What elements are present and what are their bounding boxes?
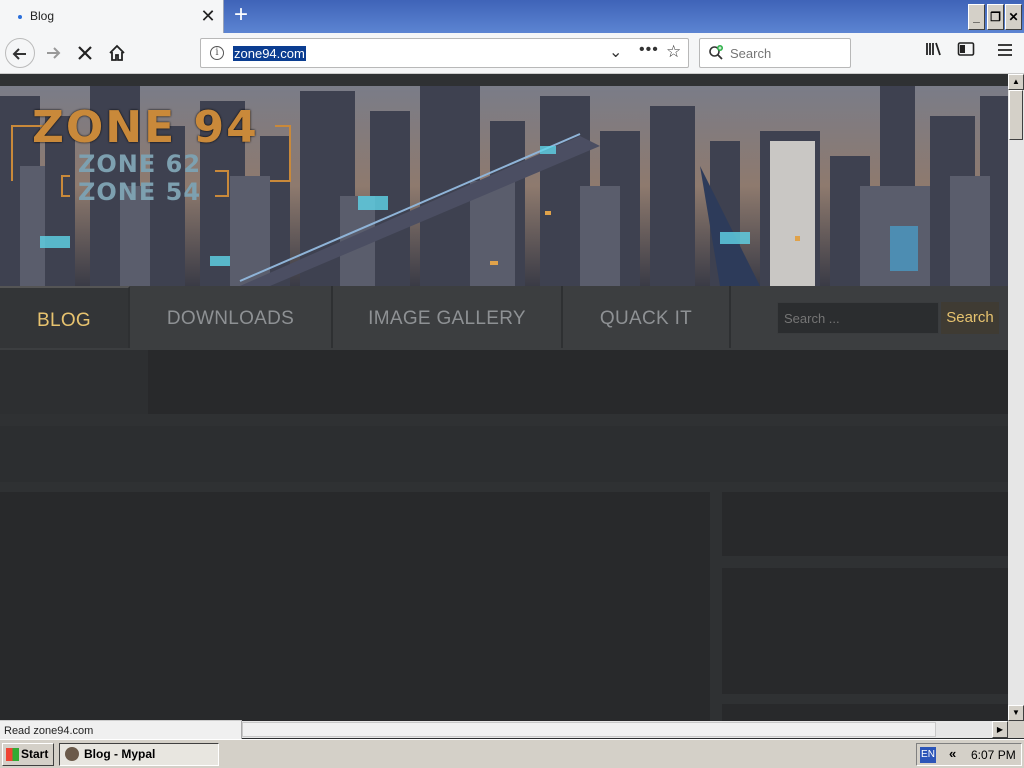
menu-item-blog[interactable]: BLOG bbox=[0, 286, 130, 348]
taskbar: Start Blog - Mypal EN « 6:07 PM bbox=[0, 739, 1024, 768]
stop-button[interactable] bbox=[70, 39, 100, 67]
vertical-scrollbar[interactable]: ▲ ▼ bbox=[1008, 74, 1024, 721]
navigation-toolbar: i zone94.com ⌄ ••• ☆ bbox=[0, 33, 1024, 74]
scroll-thumb[interactable] bbox=[1009, 90, 1023, 140]
sidebar-icon bbox=[957, 42, 975, 56]
tab-blog[interactable]: Blog ✕ bbox=[0, 0, 224, 33]
library-icon bbox=[926, 42, 941, 56]
more-icon[interactable]: ••• bbox=[639, 41, 659, 59]
mypal-icon bbox=[65, 747, 79, 761]
sidebar-button[interactable] bbox=[954, 41, 978, 65]
web-page: ZONE 94 ZONE 62 ZONE 54 BLOG DOWNLOADS I… bbox=[0, 74, 1008, 721]
main-content-area bbox=[0, 492, 710, 721]
system-tray: EN « 6:07 PM bbox=[916, 743, 1022, 766]
clock: 6:07 PM bbox=[971, 748, 1016, 762]
close-window-button[interactable]: ✕ bbox=[1005, 4, 1022, 30]
scroll-up-icon[interactable]: ▲ bbox=[1008, 74, 1024, 90]
favicon-icon bbox=[18, 15, 22, 19]
info-icon[interactable]: i bbox=[210, 46, 224, 60]
tab-strip: Blog ✕ + _ ❐ ✕ bbox=[0, 0, 1024, 33]
back-button[interactable] bbox=[5, 38, 35, 68]
menu-button[interactable] bbox=[993, 41, 1017, 65]
new-tab-button[interactable]: + bbox=[229, 3, 253, 28]
sidebar-widget-2 bbox=[722, 568, 1008, 694]
site-search-input[interactable] bbox=[777, 302, 939, 334]
hscroll-thumb[interactable] bbox=[242, 722, 936, 737]
library-button[interactable] bbox=[922, 41, 946, 65]
browser-search-input[interactable] bbox=[728, 44, 843, 62]
stop-icon bbox=[78, 46, 92, 60]
content-strip-2 bbox=[0, 426, 1008, 482]
minimize-button[interactable]: _ bbox=[968, 4, 985, 30]
search-icon bbox=[709, 45, 723, 60]
tab-title: Blog bbox=[30, 9, 55, 23]
status-bar: Read zone94.com bbox=[0, 720, 242, 739]
site-logo-sub2: ZONE 54 bbox=[78, 178, 202, 206]
scroll-down-icon[interactable]: ▼ bbox=[1008, 705, 1024, 721]
sidebar-widget-1 bbox=[722, 492, 1008, 556]
menu-item-quack-it[interactable]: QUACK IT bbox=[563, 286, 731, 348]
restore-button[interactable]: ❐ bbox=[987, 4, 1004, 30]
content-strip-left bbox=[0, 350, 148, 414]
forward-arrow-icon bbox=[47, 47, 61, 59]
url-bar[interactable]: i zone94.com ⌄ ••• ☆ bbox=[200, 38, 689, 68]
forward-button[interactable] bbox=[38, 39, 68, 67]
browser-search-bar[interactable] bbox=[699, 38, 851, 68]
taskbar-item-browser[interactable]: Blog - Mypal bbox=[59, 743, 219, 766]
site-logo-main[interactable]: ZONE 94 bbox=[32, 102, 259, 153]
home-button[interactable] bbox=[102, 39, 132, 67]
back-arrow-icon bbox=[12, 48, 26, 60]
taskbar-item-label: Blog - Mypal bbox=[84, 747, 156, 761]
scroll-right-icon[interactable]: ▶ bbox=[992, 721, 1008, 738]
url-text[interactable]: zone94.com bbox=[233, 46, 306, 61]
windows-logo-icon bbox=[6, 748, 19, 761]
main-menu: BLOG DOWNLOADS IMAGE GALLERY QUACK IT Se… bbox=[0, 286, 1008, 350]
menu-icon bbox=[998, 44, 1012, 56]
language-indicator[interactable]: EN bbox=[920, 747, 936, 763]
site-search-button[interactable]: Search bbox=[941, 302, 999, 334]
start-button[interactable]: Start bbox=[2, 743, 54, 766]
content-strip bbox=[0, 350, 1008, 414]
horizontal-scrollbar[interactable]: ▶ bbox=[242, 721, 1008, 738]
dropdown-icon[interactable]: ⌄ bbox=[609, 42, 622, 62]
tab-close-button[interactable]: ✕ bbox=[198, 5, 218, 27]
start-label: Start bbox=[21, 747, 49, 761]
star-icon[interactable]: ☆ bbox=[666, 42, 681, 62]
header-banner: ZONE 94 ZONE 62 ZONE 54 bbox=[0, 86, 1008, 286]
menu-item-image-gallery[interactable]: IMAGE GALLERY bbox=[333, 286, 563, 348]
sidebar-widget-3 bbox=[722, 704, 1008, 721]
scroll-corner bbox=[1008, 721, 1024, 738]
home-icon bbox=[109, 44, 125, 61]
site-logo-sub1: ZONE 62 bbox=[78, 150, 202, 178]
tray-expand-icon[interactable]: « bbox=[949, 746, 956, 761]
menu-item-downloads[interactable]: DOWNLOADS bbox=[130, 286, 333, 348]
